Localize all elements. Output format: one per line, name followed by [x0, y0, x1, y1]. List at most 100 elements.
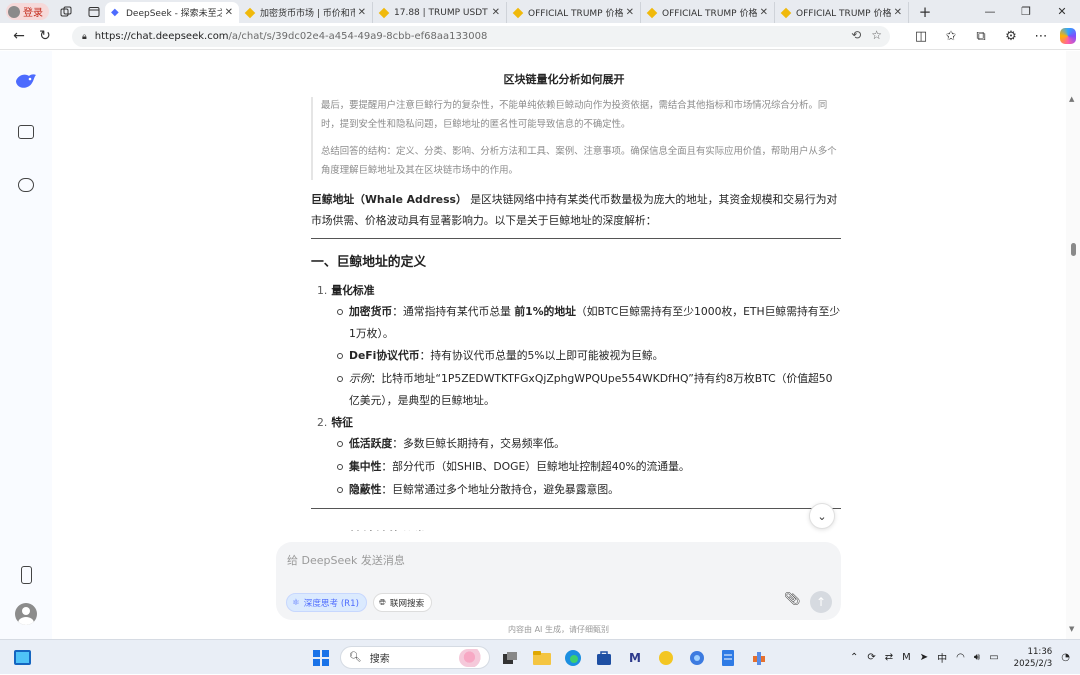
taskbar-search[interactable]: 🔍︎ 搜索 — [340, 646, 490, 669]
start-button[interactable] — [313, 650, 329, 666]
item-title: 量化标准 — [331, 284, 375, 298]
message-input[interactable]: 给 DeepSeek 发送消息 — [287, 552, 405, 568]
browser-tab-0[interactable]: ◆ DeepSeek - 探索未至之境 ✕ — [105, 2, 239, 23]
widgets-icon[interactable] — [14, 650, 31, 665]
item-number: 1. — [317, 284, 328, 298]
clock-date: 2025/2/3 — [1013, 658, 1053, 669]
message-composer[interactable]: 给 DeepSeek 发送消息 ⚛ 深度思考 (R1) 🌐︎ 联网搜索 📎︎ ↑ — [276, 542, 841, 620]
browser-tab-5[interactable]: OFFICIAL TRUMP 价格 | ✕ — [775, 2, 909, 23]
extensions-icon[interactable]: ⚙ — [1000, 29, 1022, 44]
store-icon[interactable] — [594, 648, 614, 668]
tray-network-share-icon[interactable]: ⇄ — [885, 652, 893, 663]
list-item: 加密货币：通常指持有某代币总量 前1%的地址（如BTC巨鲸需持有至少1000枚，… — [337, 301, 841, 344]
web-search-toggle[interactable]: 🌐︎ 联网搜索 — [373, 593, 433, 612]
bullet-term: 集中性 — [349, 460, 382, 474]
copilot-icon[interactable] — [1060, 28, 1076, 44]
divider — [311, 508, 841, 510]
close-tab-icon[interactable]: ✕ — [894, 7, 902, 18]
close-tab-icon[interactable]: ✕ — [225, 7, 233, 18]
close-tab-icon[interactable]: ✕ — [358, 7, 366, 18]
chat-main: 区块链量化分析如何展开 最后，要提醒用户注意巨鲸行为的复杂性，不能单纯依赖巨鲸动… — [52, 51, 1066, 639]
tray-app-icon[interactable]: ⟳ — [867, 652, 875, 663]
app-icon-m[interactable]: M — [625, 648, 645, 668]
workspaces-icon[interactable] — [55, 3, 77, 21]
close-tab-icon[interactable]: ✕ — [626, 7, 634, 18]
scroll-up-icon[interactable]: ▲ — [1069, 95, 1074, 103]
thinking-block: 最后，要提醒用户注意巨鲸行为的复杂性，不能单纯依赖巨鲸动向作为投资依据，需结合其… — [311, 97, 841, 181]
app-icon-tool[interactable] — [749, 648, 769, 668]
app-icon-notes[interactable] — [718, 648, 738, 668]
scrollbar-thumb[interactable] — [1071, 243, 1076, 256]
close-tab-icon[interactable]: ✕ — [760, 7, 768, 18]
tray-m-icon[interactable]: M — [902, 652, 911, 663]
restore-icon[interactable]: ❐ — [1008, 0, 1044, 23]
send-button[interactable]: ↑ — [810, 591, 832, 613]
browser-tab-1[interactable]: 加密货币市场 | 币价和市值 ✕ — [239, 2, 373, 23]
refresh-icon[interactable]: ↻ — [32, 25, 58, 47]
app-icon-globe[interactable] — [687, 648, 707, 668]
sidebar-toggle-icon[interactable] — [14, 120, 38, 144]
bullet-list: 加密货币：通常指持有某代币总量 前1%的地址（如BTC巨鲸需持有至少1000枚，… — [337, 301, 841, 410]
collections-icon[interactable]: ⧉ — [970, 29, 992, 44]
thinking-paragraph: 总结回答的结构：定义、分类、影响、分析方法和工具、案例、注意事项。确保信息全面且… — [321, 146, 837, 176]
list-item: DeFi协议代币：持有协议代币总量的5%以上即可能被视为巨鲸。 — [337, 345, 841, 366]
list-item: 集中性：部分代币（如SHIB、DOGE）巨鲸地址控制超40%的流通量。 — [337, 456, 841, 477]
bullet-example: 示例 — [349, 372, 371, 386]
ime-indicator[interactable]: 中 — [937, 650, 947, 665]
notifications-icon[interactable]: ◔ — [1061, 652, 1070, 663]
clock[interactable]: 11:36 2025/2/3 — [1014, 646, 1053, 670]
site-info-icon[interactable]: 🔒︎ — [82, 32, 87, 42]
tray-send-icon[interactable]: ➤ — [920, 652, 928, 663]
battery-icon[interactable]: ▭ — [989, 652, 998, 663]
thinking-paragraph: 最后，要提醒用户注意巨鲸行为的复杂性，不能单纯依赖巨鲸动向作为投资依据，需结合其… — [321, 100, 828, 130]
browser-tab-3[interactable]: OFFICIAL TRUMP 价格 | ✕ — [507, 2, 641, 23]
task-view-icon[interactable] — [500, 648, 520, 668]
intro-paragraph: 巨鲸地址（Whale Address） 是区块链网络中持有某类代币数量极为庞大的… — [311, 189, 841, 231]
file-explorer-icon[interactable] — [532, 648, 552, 668]
browser-tab-4[interactable]: OFFICIAL TRUMP 价格 | ✕ — [641, 2, 775, 23]
favorite-star-icon[interactable]: ☆ — [871, 28, 882, 42]
bullet-text: ：巨鲸常通过多个地址分散持仓，避免暴露意图。 — [381, 482, 619, 496]
split-screen-icon[interactable]: ◫ — [910, 29, 932, 44]
tab-title: OFFICIAL TRUMP 价格 | — [528, 9, 623, 19]
app-icon-yellow[interactable] — [656, 648, 676, 668]
minimize-icon[interactable]: — — [972, 0, 1008, 23]
deepseek-icon: ◆ — [111, 6, 119, 18]
edge-browser-icon[interactable] — [563, 648, 583, 668]
profile-button[interactable]: 登录 — [6, 3, 49, 20]
deep-think-label: 深度思考 (R1) — [303, 598, 359, 609]
scroll-to-bottom-button[interactable]: ⌄ — [809, 503, 835, 529]
show-hidden-icons-icon[interactable]: ⌃ — [850, 652, 858, 663]
new-chat-icon[interactable] — [14, 173, 38, 197]
chat-title: 区块链量化分析如何展开 — [503, 73, 625, 86]
scroll-down-icon[interactable]: ▼ — [1069, 625, 1074, 633]
tab-actions-icon[interactable] — [83, 3, 105, 21]
new-tab-button[interactable]: + — [915, 3, 935, 21]
chevron-down-icon: ⌄ — [817, 509, 827, 523]
bullet-text: ：比特币地址“1P5ZEDWTKTFGxQjZphgWPQUpe554WKDfH… — [349, 372, 833, 407]
bullet-term: 低活跃度 — [349, 437, 393, 451]
page-scrollbar[interactable]: ▲ ▼ — [1066, 51, 1080, 639]
mobile-app-icon[interactable] — [14, 563, 38, 587]
bullet-text: ：部分代币（如SHIB、DOGE）巨鲸地址控制超40%的流通量。 — [381, 460, 690, 474]
profile-label: 登录 — [23, 8, 43, 19]
more-menu-icon[interactable]: ⋯ — [1030, 29, 1052, 44]
ordered-item: 1. 量化标准 — [317, 280, 841, 301]
volume-icon[interactable]: 🔊︎ — [974, 652, 980, 663]
binance-icon — [780, 7, 792, 18]
read-aloud-icon[interactable]: ⟲ — [851, 28, 861, 42]
close-tab-icon[interactable]: ✕ — [492, 7, 500, 18]
browser-tab-strip: 登录 ◆ DeepSeek - 探索未至之境 ✕ 加密货币市场 | 币价和市值 … — [0, 0, 1080, 23]
address-bar[interactable]: 🔒︎ https://chat.deepseek.com/a/chat/s/39… — [72, 26, 890, 47]
attach-file-icon[interactable]: 📎︎ — [784, 592, 801, 607]
deep-think-toggle[interactable]: ⚛ 深度思考 (R1) — [286, 593, 367, 612]
wifi-icon[interactable]: ◠ — [956, 652, 965, 663]
binance-icon — [378, 7, 390, 18]
close-window-icon[interactable]: ✕ — [1044, 0, 1080, 23]
back-icon[interactable]: ← — [6, 25, 32, 47]
favorites-icon[interactable]: ✩ — [940, 29, 962, 44]
browser-tab-2[interactable]: 17.88 | TRUMP USDT | O ✕ — [373, 2, 507, 23]
user-avatar-icon[interactable] — [14, 602, 38, 626]
deepseek-logo-icon[interactable] — [14, 69, 38, 93]
system-tray: ⌃ ⟳ ⇄ M ➤ 中 ◠ 🔊︎ ▭ 11:36 2025/2/3 ◔ — [850, 640, 1080, 675]
